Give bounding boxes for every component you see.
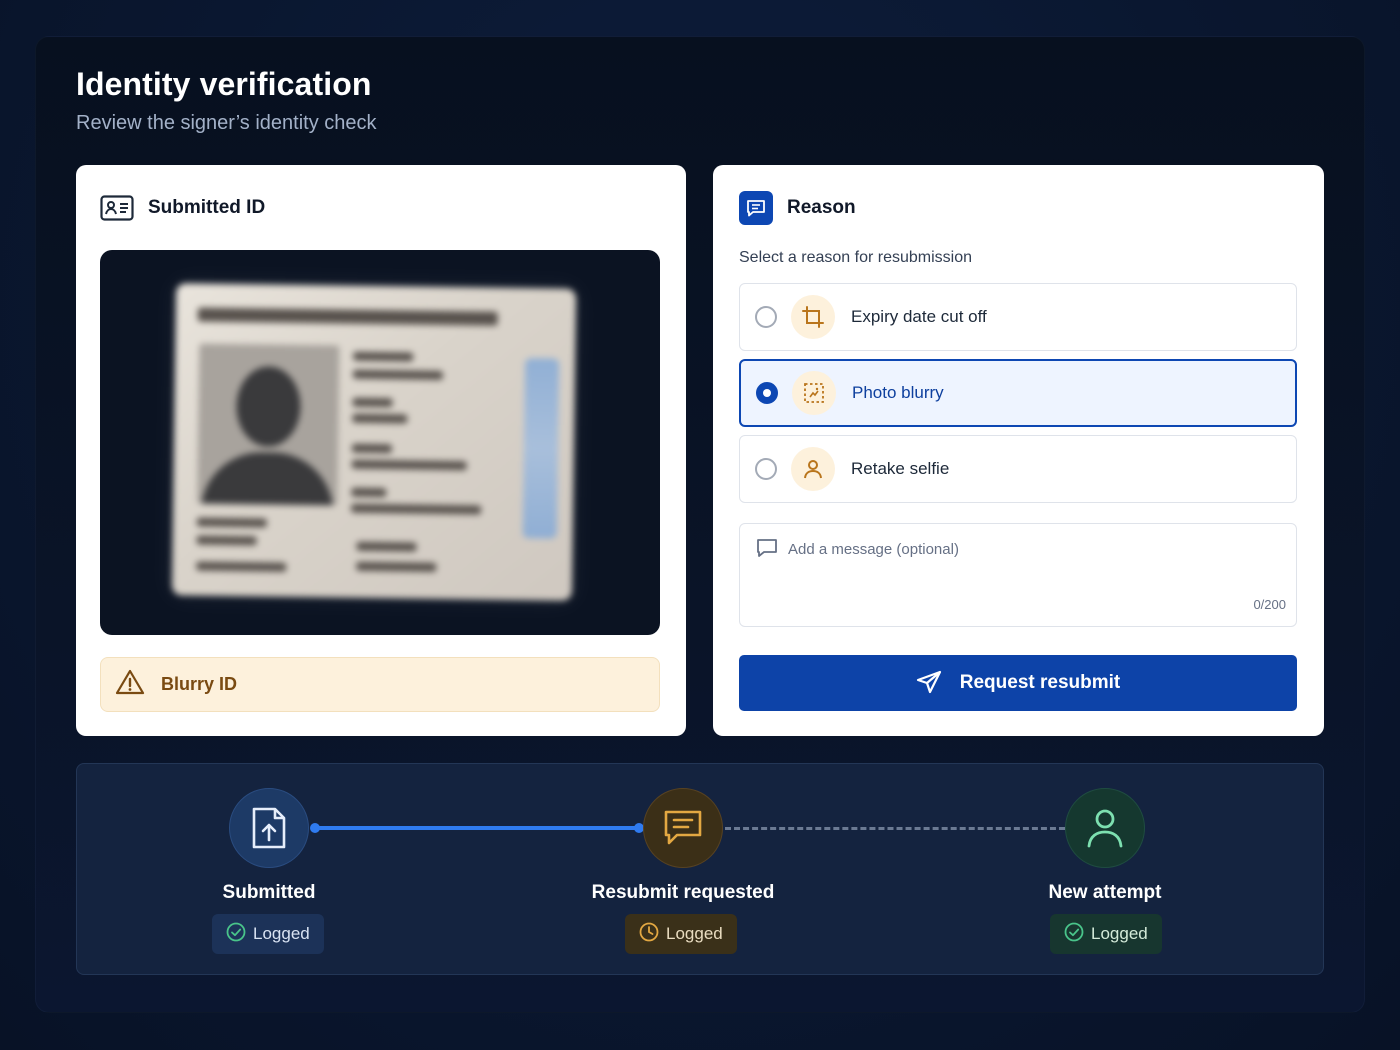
id-photo	[100, 250, 660, 635]
warning-label: Blurry ID	[161, 674, 238, 694]
message-icon	[643, 788, 723, 868]
option-label: Expiry date cut off	[851, 307, 987, 326]
reason-prompt: Select a reason for resubmission	[739, 249, 972, 266]
comment-icon	[756, 538, 778, 563]
step-label: Resubmit requested	[591, 882, 775, 903]
status-text: Logged	[1091, 924, 1148, 943]
option-label: Retake selfie	[851, 459, 950, 478]
page-subtitle: Review the signer’s identity check	[76, 112, 377, 134]
request-resubmit-button[interactable]: Request resubmit	[739, 655, 1297, 711]
verification-timeline: Submitted Logged Resubmit requested Logg…	[76, 763, 1324, 975]
reason-title: Reason	[787, 197, 856, 218]
status-text: Logged	[253, 924, 310, 943]
id-document-image	[171, 283, 577, 601]
option-photo-blurry[interactable]: Photo blurry	[739, 359, 1297, 427]
message-counter: 0/200	[1253, 597, 1286, 612]
reason-card: Reason Select a reason for resubmission …	[713, 165, 1324, 736]
check-circle-icon	[1064, 922, 1084, 947]
page-title: Identity verification	[76, 66, 372, 102]
status-text: Logged	[666, 924, 723, 943]
blurry-id-warning: Blurry ID	[100, 657, 660, 712]
warning-icon	[115, 669, 145, 700]
request-resubmit-label: Request resubmit	[959, 672, 1121, 693]
person-icon	[791, 447, 835, 491]
submitted-id-card: Submitted ID Blurry ID	[76, 165, 686, 736]
status-badge: Logged	[212, 914, 324, 954]
option-expiry-date-cut-off[interactable]: Expiry date cut off	[739, 283, 1297, 351]
status-badge: Logged	[1050, 914, 1162, 954]
message-input[interactable]	[788, 536, 1268, 562]
send-icon	[916, 670, 942, 697]
crop-icon	[791, 295, 835, 339]
user-icon	[1065, 788, 1145, 868]
radio-expiry-date[interactable]	[755, 306, 777, 328]
option-label: Photo blurry	[852, 383, 944, 402]
submitted-id-header: Submitted ID	[100, 193, 265, 223]
upload-file-icon	[229, 788, 309, 868]
id-card-icon	[100, 195, 134, 221]
step-new-attempt: New attempt Logged	[985, 764, 1225, 976]
step-submitted: Submitted Logged	[149, 764, 389, 976]
option-retake-selfie[interactable]: Retake selfie	[739, 435, 1297, 503]
clock-icon	[639, 922, 659, 947]
radio-retake-selfie[interactable]	[755, 458, 777, 480]
radio-photo-blurry[interactable]	[756, 382, 778, 404]
step-label: New attempt	[1048, 882, 1162, 903]
reason-header: Reason	[739, 191, 856, 225]
chat-icon	[739, 191, 773, 225]
step-label: Submitted	[222, 882, 316, 903]
status-badge: Logged	[625, 914, 737, 954]
message-field[interactable]: 0/200	[739, 523, 1297, 627]
check-circle-icon	[226, 922, 246, 947]
step-resubmit-requested: Resubmit requested Logged	[563, 764, 803, 976]
submitted-id-title: Submitted ID	[148, 197, 266, 218]
focus-icon	[792, 371, 836, 415]
